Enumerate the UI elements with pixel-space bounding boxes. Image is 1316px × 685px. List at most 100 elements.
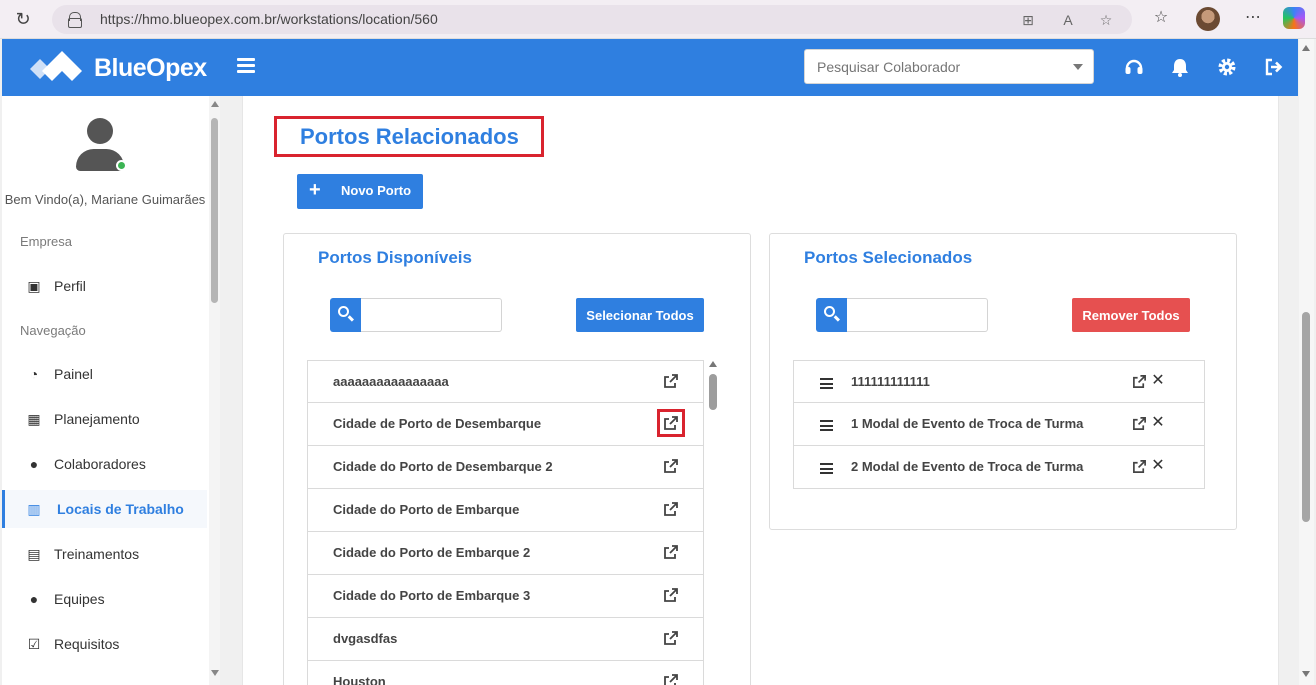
scroll-down-icon[interactable]: [1302, 671, 1310, 677]
sidebar: Bem Vindo(a), Mariane Guimarães Empresa …: [2, 96, 220, 685]
port-name: 111111111111: [851, 374, 930, 389]
sidebar-scrollbar[interactable]: [209, 96, 220, 685]
close-icon[interactable]: ✕: [1150, 413, 1166, 433]
available-search-input[interactable]: [361, 298, 502, 332]
list-item[interactable]: Cidade de Porto de Desembarque: [307, 403, 704, 446]
sidebar-item-label: Locais de Trabalho: [57, 501, 184, 517]
main-content: Portos Relacionados + Novo Porto Portos …: [242, 96, 1279, 685]
sidebar-item-perfil[interactable]: ▣ Perfil: [2, 267, 207, 305]
sidebar-item-label: Painel: [54, 366, 93, 382]
page-title-highlight: Portos Relacionados: [274, 116, 544, 157]
read-aloud-icon[interactable]: A: [1060, 12, 1076, 28]
logout-icon[interactable]: [1263, 56, 1285, 78]
list-item[interactable]: 111111111111 ✕: [793, 360, 1205, 403]
external-link-icon[interactable]: [663, 458, 679, 474]
scroll-up-icon[interactable]: [1302, 45, 1310, 51]
drag-handle-icon[interactable]: [820, 420, 833, 431]
available-list-scrollbar[interactable]: [708, 360, 718, 685]
profile-avatar-icon[interactable]: [1196, 7, 1220, 31]
port-name: Houston: [333, 674, 386, 685]
search-icon: [338, 306, 349, 317]
select-all-button[interactable]: Selecionar Todos: [576, 298, 704, 332]
online-status-icon: [116, 160, 127, 171]
remove-all-button[interactable]: Remover Todos: [1072, 298, 1190, 332]
sidebar-item-colaboradores[interactable]: ● Colaboradores: [2, 445, 207, 483]
port-name: Cidade do Porto de Embarque 2: [333, 545, 531, 560]
scroll-up-icon[interactable]: [211, 101, 219, 107]
sidebar-item-treinamentos[interactable]: ▤ Treinamentos: [2, 535, 207, 573]
external-link-icon[interactable]: [657, 409, 685, 437]
external-link-icon[interactable]: [1132, 374, 1147, 389]
close-icon[interactable]: ✕: [1150, 371, 1166, 391]
sidebar-item-label: Equipes: [54, 591, 105, 607]
drag-handle-icon[interactable]: [820, 378, 833, 389]
sidebar-item-locais-de-trabalho[interactable]: ▥ Locais de Trabalho: [2, 490, 207, 528]
external-link-icon[interactable]: [663, 373, 679, 389]
copilot-icon[interactable]: [1283, 7, 1305, 29]
favorites-icon[interactable]: ☆: [1151, 8, 1171, 28]
bell-icon[interactable]: [1169, 56, 1191, 78]
list-item[interactable]: Cidade do Porto de Embarque 3: [307, 575, 704, 618]
gear-icon[interactable]: [1216, 56, 1238, 78]
collaborator-search-input[interactable]: [817, 59, 1057, 75]
external-link-icon[interactable]: [663, 673, 679, 685]
port-name: aaaaaaaaaaaaaaaa: [333, 374, 449, 389]
reload-icon[interactable]: ↻: [12, 8, 34, 30]
port-name: Cidade do Porto de Embarque 3: [333, 588, 531, 603]
scroll-thumb[interactable]: [1302, 312, 1310, 522]
calendar-icon: ▦: [27, 411, 41, 427]
external-link-icon[interactable]: [1132, 459, 1147, 474]
sidebar-item-label: Colaboradores: [54, 456, 146, 472]
browser-toolbar: ↻ https://hmo.blueopex.com.br/workstatio…: [0, 0, 1316, 39]
external-link-icon[interactable]: [663, 630, 679, 646]
list-item[interactable]: Cidade do Porto de Desembarque 2: [307, 446, 704, 489]
new-port-button[interactable]: + Novo Porto: [297, 174, 423, 209]
search-button[interactable]: [816, 298, 847, 332]
drag-handle-icon[interactable]: [820, 463, 833, 474]
list-item[interactable]: dvgasdfas: [307, 618, 704, 661]
sidebar-item-label: Planejamento: [54, 411, 140, 427]
brand-name: BlueOpex: [94, 54, 207, 82]
selected-search-input[interactable]: [847, 298, 988, 332]
list-item[interactable]: Houston: [307, 661, 704, 685]
headset-icon[interactable]: [1123, 56, 1145, 78]
building-icon: ▥: [27, 501, 41, 517]
list-item[interactable]: Cidade do Porto de Embarque: [307, 489, 704, 532]
app-header: BlueOpex: [2, 39, 1298, 96]
sidebar-item-requisitos[interactable]: ☑ Requisitos: [2, 625, 207, 663]
search-button[interactable]: [330, 298, 361, 332]
list-item[interactable]: 2 Modal de Evento de Troca de Turma ✕: [793, 446, 1205, 489]
list-item[interactable]: aaaaaaaaaaaaaaaa: [307, 360, 704, 403]
external-link-icon[interactable]: [663, 544, 679, 560]
section-navegacao: Navegação: [20, 323, 86, 338]
app-grid-icon[interactable]: ⊞: [1020, 12, 1036, 28]
search-icon: [824, 306, 835, 317]
scroll-thumb[interactable]: [709, 374, 717, 410]
users-icon: ●: [29, 456, 39, 472]
address-bar[interactable]: https://hmo.blueopex.com.br/workstations…: [52, 5, 1132, 34]
briefcase-icon: ▣: [27, 278, 41, 294]
close-icon[interactable]: ✕: [1150, 456, 1166, 476]
external-link-icon[interactable]: [1132, 416, 1147, 431]
collaborator-search[interactable]: [804, 49, 1094, 84]
sidebar-item-equipes[interactable]: ● Equipes: [2, 580, 207, 618]
more-menu-icon[interactable]: ⋯: [1243, 8, 1263, 28]
list-item[interactable]: Cidade do Porto de Embarque 2: [307, 532, 704, 575]
hamburger-menu-icon[interactable]: [237, 58, 255, 73]
external-link-icon[interactable]: [663, 587, 679, 603]
selected-ports-title: Portos Selecionados: [804, 248, 973, 267]
chevron-down-icon[interactable]: [1073, 64, 1083, 70]
list-item[interactable]: 1 Modal de Evento de Troca de Turma ✕: [793, 403, 1205, 446]
lock-icon: [68, 12, 82, 28]
welcome-text: Bem Vindo(a), Mariane Guimarães: [4, 192, 206, 207]
port-name: Cidade do Porto de Desembarque 2: [333, 459, 553, 474]
port-name: 2 Modal de Evento de Troca de Turma: [851, 459, 1084, 474]
sidebar-item-planejamento[interactable]: ▦ Planejamento: [2, 400, 207, 438]
scroll-up-icon[interactable]: [709, 361, 717, 367]
scroll-thumb[interactable]: [211, 118, 218, 303]
favorite-star-icon[interactable]: ☆: [1098, 12, 1114, 28]
external-link-icon[interactable]: [663, 501, 679, 517]
scroll-down-icon[interactable]: [211, 670, 219, 676]
sidebar-item-painel[interactable]: ◔ Painel: [2, 355, 207, 393]
page-scrollbar[interactable]: [1299, 39, 1314, 685]
